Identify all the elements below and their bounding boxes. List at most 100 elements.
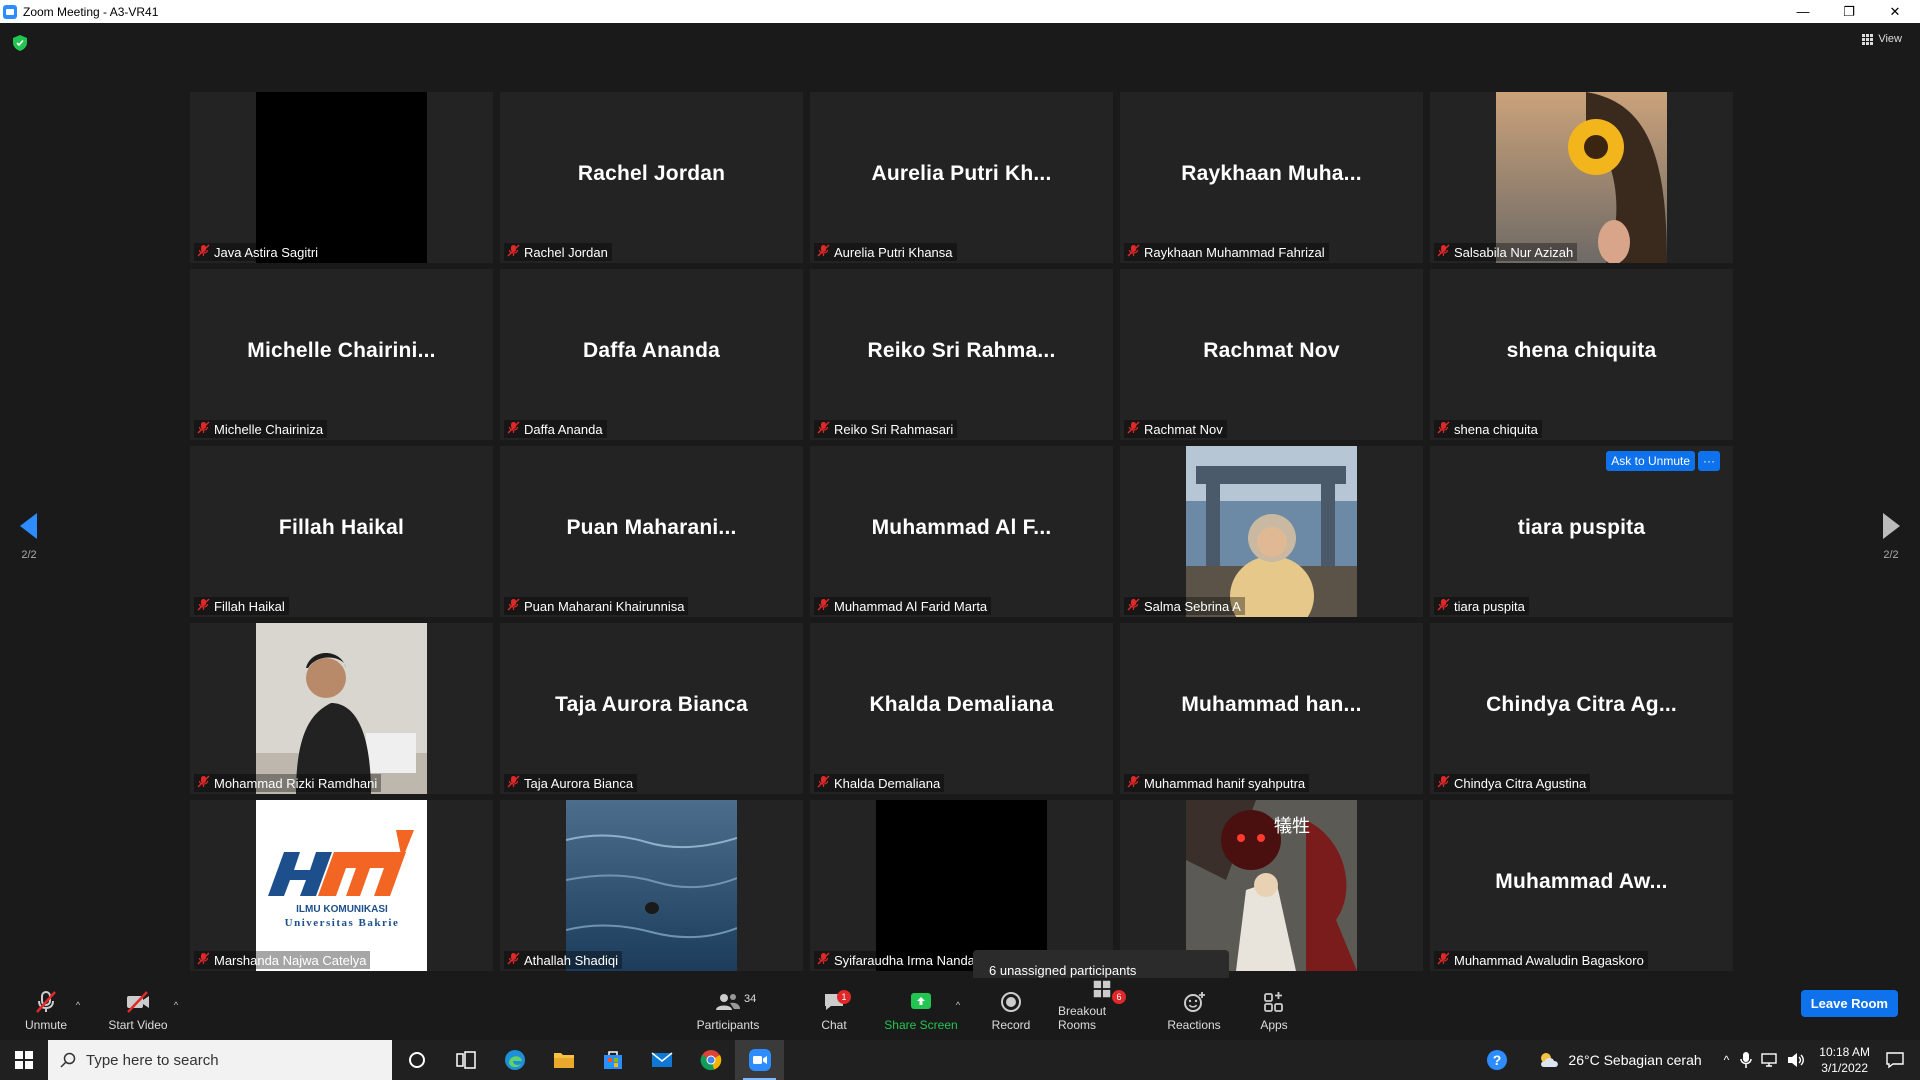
participant-tile[interactable]: Muhammad Aw... Muhammad Awaludin Bagaskor… bbox=[1430, 800, 1733, 971]
participant-name-label: Reiko Sri Rahmasari bbox=[814, 420, 958, 438]
tile-actions: Ask to Unmute ··· bbox=[1606, 451, 1720, 471]
participant-tile[interactable]: Puan Maharani... Puan Maharani Khairunnis… bbox=[500, 446, 803, 617]
weather-text[interactable]: 26°C Sebagian cerah bbox=[1568, 1052, 1701, 1068]
system-clock[interactable]: 10:18 AM 3/1/2022 bbox=[1819, 1044, 1870, 1076]
audio-options-caret[interactable]: ^ bbox=[72, 978, 84, 1040]
restore-button[interactable]: ❐ bbox=[1826, 0, 1872, 23]
chrome-taskbar-icon[interactable] bbox=[686, 1040, 735, 1080]
microphone-muted-icon bbox=[507, 421, 520, 437]
apps-button[interactable]: Apps bbox=[1254, 978, 1294, 1040]
cortana-circle-icon bbox=[408, 1052, 425, 1068]
participant-name: Reiko Sri Rahmasari bbox=[834, 421, 954, 437]
video-options-caret[interactable]: ^ bbox=[170, 978, 182, 1040]
more-options-button[interactable]: ··· bbox=[1698, 451, 1720, 471]
store-taskbar-icon[interactable] bbox=[588, 1040, 637, 1080]
participant-tile[interactable]: Muhammad Al F... Muhammad Al Farid Marta bbox=[810, 446, 1113, 617]
page-indicator-right: 2/2 bbox=[1883, 549, 1899, 561]
microphone-muted-icon bbox=[197, 244, 210, 260]
participant-tile[interactable]: Mohammad Rizki Ramdhani bbox=[190, 623, 493, 794]
participants-button[interactable]: Participants 34 bbox=[692, 978, 764, 1040]
zoom-taskbar-icon[interactable] bbox=[735, 1040, 784, 1080]
participant-video bbox=[256, 623, 427, 794]
participant-tile[interactable]: Rachel Jordan Rachel Jordan bbox=[500, 92, 803, 263]
participant-name: shena chiquita bbox=[1454, 421, 1538, 437]
participant-tile[interactable]: Fillah Haikal Fillah Haikal bbox=[190, 446, 493, 617]
participant-name: Khalda Demaliana bbox=[834, 775, 941, 791]
mail-taskbar-icon[interactable] bbox=[637, 1040, 686, 1080]
participant-tile[interactable]: tiara puspita Ask to Unmute ··· tiara puspi… bbox=[1430, 446, 1733, 617]
search-icon bbox=[60, 1052, 76, 1068]
breakout-rooms-button[interactable]: Breakout Rooms 6 bbox=[1058, 978, 1146, 1040]
notifications-icon[interactable] bbox=[1886, 1051, 1904, 1069]
participant-name: Taja Aurora Bianca bbox=[524, 775, 634, 791]
participant-name: Rachel Jordan bbox=[524, 244, 608, 260]
participant-video bbox=[566, 800, 737, 971]
participant-tile[interactable]: Java Astira Sagitri bbox=[190, 92, 493, 263]
cortana-button[interactable] bbox=[392, 1040, 441, 1080]
participant-name-label: shena chiquita bbox=[1434, 420, 1542, 438]
microphone-muted-icon bbox=[507, 952, 520, 968]
breakout-rooms-label: Breakout Rooms bbox=[1058, 1004, 1107, 1032]
participant-tile[interactable]: Reiko Sri Rahma... Reiko Sri Rahmasari bbox=[810, 269, 1113, 440]
task-view-button[interactable] bbox=[441, 1040, 490, 1080]
participant-name: Michelle Chairiniza bbox=[214, 421, 324, 437]
edge-browser-taskbar-icon[interactable] bbox=[490, 1040, 539, 1080]
participant-name-label: Mohammad Rizki Ramdhani bbox=[194, 774, 382, 792]
participant-tile[interactable]: Muhammad han... Muhammad hanif syahputra bbox=[1120, 623, 1423, 794]
participant-tile[interactable]: Taja Aurora Bianca Taja Aurora Bianca bbox=[500, 623, 803, 794]
participant-video bbox=[1496, 92, 1667, 263]
participant-name: Puan Maharani Khairunnisa bbox=[524, 598, 685, 614]
help-icon[interactable]: ? bbox=[1486, 1049, 1508, 1071]
share-screen-button[interactable]: Share Screen bbox=[884, 978, 958, 1040]
participant-tile[interactable]: shena chiquita shena chiquita bbox=[1430, 269, 1733, 440]
microphone-muted-icon bbox=[197, 598, 210, 614]
volume-icon[interactable] bbox=[1787, 1052, 1805, 1068]
zoom-app-icon bbox=[3, 4, 17, 19]
participant-tile[interactable]: Daffa Ananda Daffa Ananda bbox=[500, 269, 803, 440]
unmute-button[interactable]: Unmute bbox=[20, 978, 72, 1040]
participant-tile[interactable]: Michelle Chairini... Michelle Chairiniza bbox=[190, 269, 493, 440]
reactions-button[interactable]: Reactions bbox=[1164, 978, 1224, 1040]
minimize-button[interactable]: — bbox=[1780, 0, 1826, 23]
participant-name-label: Marshanda Najwa Catelya bbox=[194, 951, 371, 969]
video-off-icon bbox=[127, 991, 149, 1013]
participant-tile[interactable]: Rachmat Nov Rachmat Nov bbox=[1120, 269, 1423, 440]
taskbar-search-box[interactable]: Type here to search bbox=[48, 1040, 392, 1080]
participant-name: Salsabila Nur Azizah bbox=[1454, 244, 1574, 260]
leave-room-button[interactable]: Leave Room bbox=[1800, 990, 1898, 1017]
participant-tile[interactable]: ILMU KOMUNIKASI Universitas Bakrie Marshan… bbox=[190, 800, 493, 971]
participant-tile[interactable]: 犠牲 bbox=[1120, 800, 1423, 971]
participant-tile[interactable]: Aurelia Putri Kh... Aurelia Putri Khansa bbox=[810, 92, 1113, 263]
share-options-caret[interactable]: ^ bbox=[952, 978, 964, 1040]
participant-tile[interactable]: Chindya Citra Ag... Chindya Citra Agustin… bbox=[1430, 623, 1733, 794]
arrow-left-icon bbox=[20, 513, 37, 539]
participant-name-label: Syifaraudha Irma Nanda bbox=[814, 951, 979, 969]
participant-tile[interactable]: Athallah Shadiqi bbox=[500, 800, 803, 971]
view-button[interactable]: View bbox=[1862, 33, 1902, 45]
grid-icon bbox=[1862, 33, 1874, 45]
participant-name: Aurelia Putri Khansa bbox=[834, 244, 953, 260]
next-page-button[interactable]: 2/2 bbox=[1871, 513, 1911, 561]
participant-display-name: Khalda Demaliana bbox=[869, 693, 1054, 716]
chevron-up-icon[interactable]: ^ bbox=[1724, 1053, 1730, 1067]
network-icon[interactable] bbox=[1761, 1052, 1779, 1068]
start-video-button[interactable]: Start Video bbox=[106, 978, 170, 1040]
participant-tile[interactable]: Raykhaan Muha... Raykhaan Muhammad Fahriz… bbox=[1120, 92, 1423, 263]
start-button[interactable] bbox=[0, 1040, 48, 1080]
ask-to-unmute-button[interactable]: Ask to Unmute bbox=[1606, 451, 1695, 471]
file-explorer-taskbar-icon[interactable] bbox=[539, 1040, 588, 1080]
participant-name-label: Raykhaan Muhammad Fahrizal bbox=[1124, 243, 1329, 261]
chat-button[interactable]: Chat 1 bbox=[812, 978, 856, 1040]
close-button[interactable]: ✕ bbox=[1872, 0, 1918, 23]
participant-tile[interactable]: Syifaraudha Irma Nanda bbox=[810, 800, 1113, 971]
previous-page-button[interactable]: 2/2 bbox=[9, 513, 49, 561]
apps-label: Apps bbox=[1260, 1018, 1288, 1032]
record-button[interactable]: Record bbox=[988, 978, 1034, 1040]
participant-tile[interactable]: Salma Sebrina A bbox=[1120, 446, 1423, 617]
encryption-shield-icon[interactable] bbox=[13, 35, 27, 51]
participant-name: Muhammad hanif syahputra bbox=[1144, 775, 1306, 791]
participant-name-label: Muhammad Al Farid Marta bbox=[814, 597, 992, 615]
participant-tile[interactable]: Salsabila Nur Azizah bbox=[1430, 92, 1733, 263]
microphone-muted-icon bbox=[1437, 421, 1450, 437]
participant-tile[interactable]: Khalda Demaliana Khalda Demaliana bbox=[810, 623, 1113, 794]
